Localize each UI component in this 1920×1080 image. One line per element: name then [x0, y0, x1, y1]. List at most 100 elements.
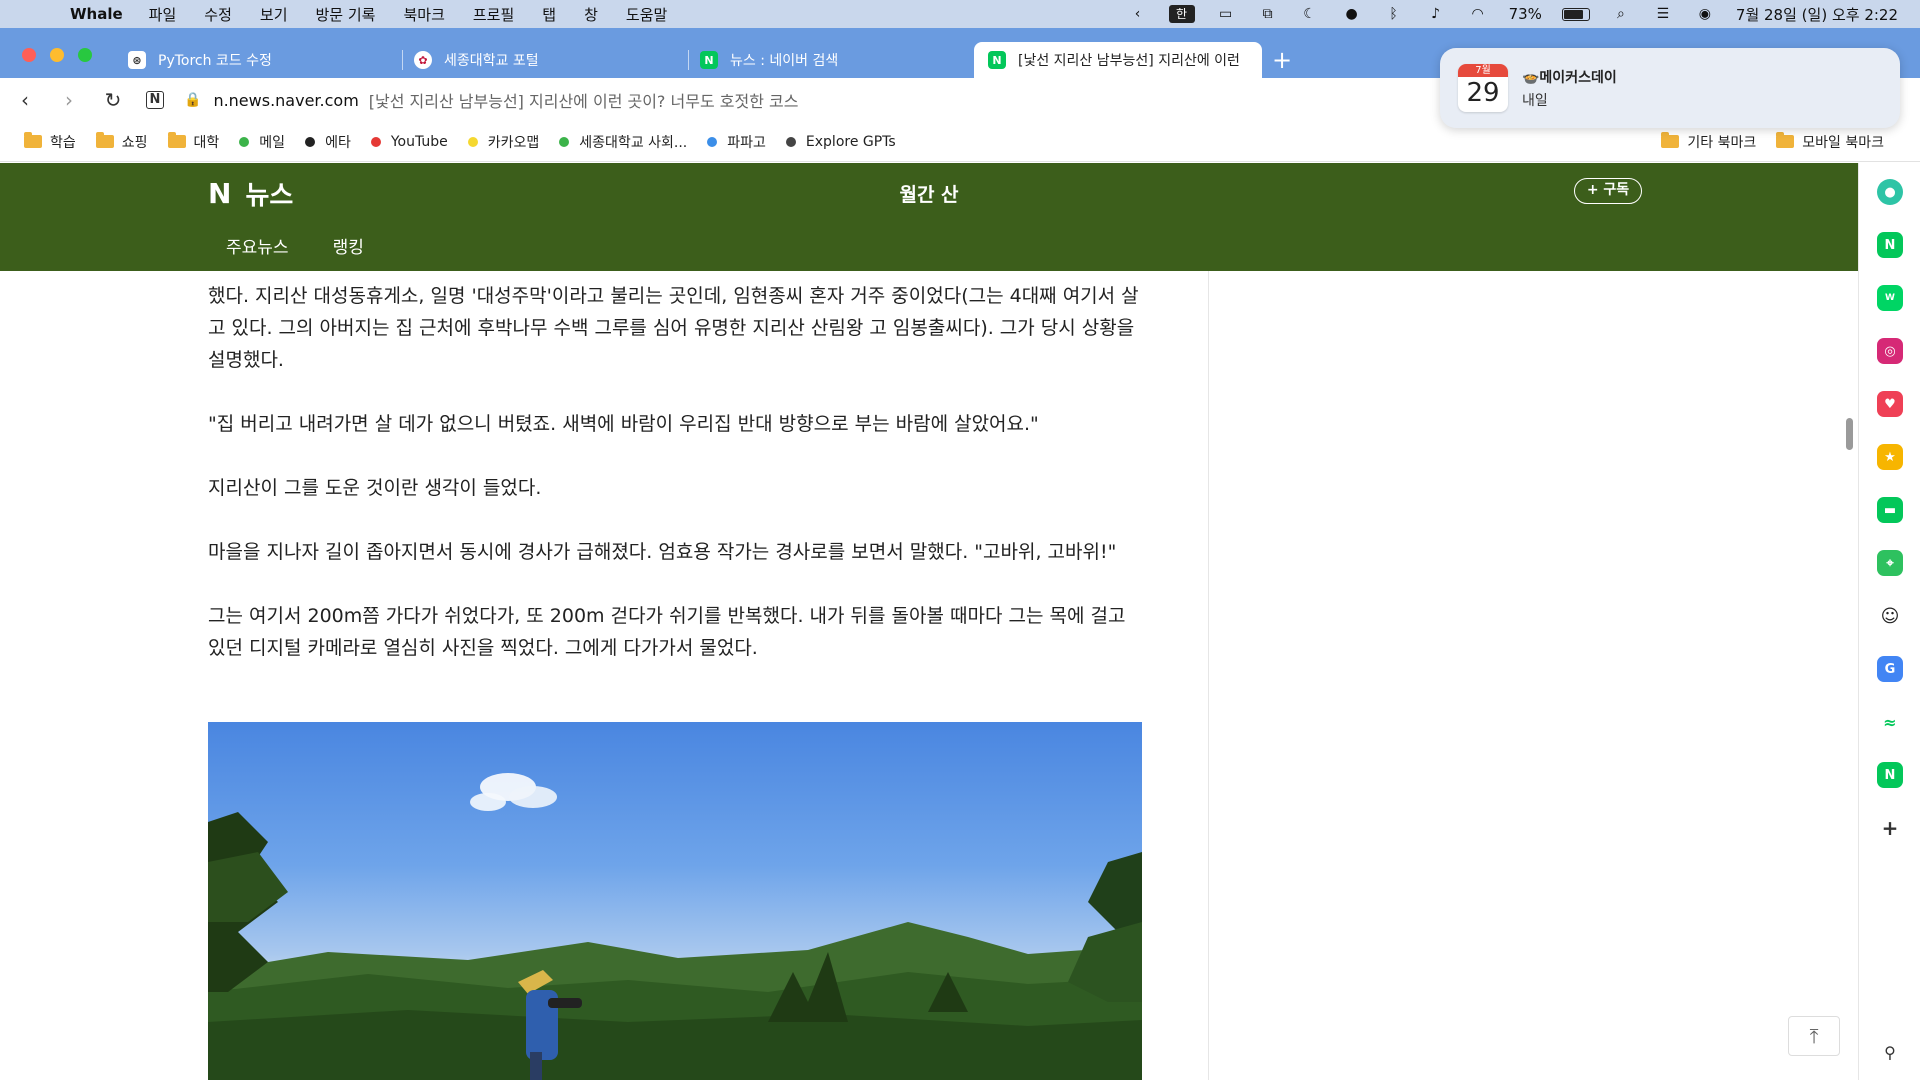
input-source-indicator[interactable]: 한	[1168, 5, 1195, 23]
scroll-to-top-button[interactable]: ⤒	[1788, 1016, 1840, 1056]
whale-space-icon[interactable]: ●	[1877, 179, 1903, 205]
menu-help[interactable]: 도움말	[626, 4, 667, 25]
add-icon[interactable]: +	[1877, 815, 1903, 841]
url-field[interactable]: 🔒 n.news.naver.com [낯선 지리산 남부능선] 지리산에 이런…	[184, 88, 798, 112]
calendar-day: 29	[1466, 78, 1500, 108]
smile-icon[interactable]: ☺	[1877, 603, 1903, 629]
tab-title: PyTorch 코드 수정	[158, 53, 272, 69]
article-body: 했다. 지리산 대성동휴게소, 일명 '대성주막'이라고 불리는 곳인데, 임현…	[208, 280, 1142, 696]
naver-icon: N	[700, 51, 718, 69]
openai-icon	[785, 136, 796, 147]
article-paragraph: 지리산이 그를 도운 것이란 생각이 들었다.	[208, 477, 542, 499]
close-window-button[interactable]	[22, 48, 36, 62]
menu-bookmarks[interactable]: 북마크	[403, 4, 444, 25]
everytime-icon	[305, 136, 316, 147]
bookmark-youtube[interactable]: YouTube	[370, 133, 448, 150]
news-header: N 뉴스 월간 산 + 구독 주요뉴스 랭킹	[0, 163, 1858, 271]
folder-icon	[1661, 132, 1680, 148]
folder-icon	[167, 132, 186, 148]
volume-icon[interactable]: ♪	[1425, 6, 1447, 22]
app-name-menu[interactable]: Whale	[70, 5, 123, 23]
article-photo[interactable]	[208, 722, 1142, 1080]
bluetooth-icon[interactable]: ᛒ	[1383, 6, 1405, 22]
bookmark-folder-mobile[interactable]: 모바일 북마크	[1776, 132, 1884, 152]
lock-icon[interactable]: 🔒	[184, 92, 201, 108]
calendar-notification[interactable]: 7월 29 🍲메이커스데이 내일	[1440, 48, 1900, 128]
menu-file[interactable]: 파일	[149, 4, 177, 25]
naver-icon: N	[988, 51, 1006, 69]
notification-subtitle: 내일	[1522, 92, 1548, 109]
tab-naver-search[interactable]: N 뉴스 : 네이버 검색	[686, 42, 966, 78]
maximize-window-button[interactable]	[78, 48, 92, 62]
menu-profile[interactable]: 프로필	[473, 4, 514, 25]
shopping-icon[interactable]: N	[1877, 762, 1903, 788]
bookmark-label: 에타	[325, 134, 351, 151]
bookmark-kakaomap[interactable]: 카카오맵	[467, 132, 540, 152]
menu-history[interactable]: 방문 기록	[316, 4, 376, 25]
favorites-icon[interactable]: ★	[1877, 444, 1903, 470]
macos-menu-bar: Whale 파일 수정 보기 방문 기록 북마크 프로필 탭 창 도움말 ‹ 한…	[0, 0, 1920, 28]
siri-icon[interactable]: ◉	[1694, 6, 1716, 22]
instagram-icon[interactable]: ◎	[1877, 338, 1903, 364]
webtoon-icon[interactable]: W	[1877, 285, 1903, 311]
url-page-title: [낯선 지리산 남부능선] 지리산에 이런 곳이? 너무도 호젓한 코스	[368, 92, 799, 111]
chevron-left-icon[interactable]: ‹	[1127, 6, 1149, 22]
minimize-window-button[interactable]	[50, 48, 64, 62]
nav-ranking[interactable]: 랭킹	[333, 233, 364, 258]
screen-mirroring-icon[interactable]: ⧉	[1257, 6, 1279, 22]
folder-icon	[1776, 132, 1795, 148]
chatgpt-icon: ⊛	[128, 51, 146, 69]
menu-view[interactable]: 보기	[260, 4, 288, 25]
kakaomap-icon	[467, 136, 478, 147]
naver-icon[interactable]: N	[1877, 232, 1903, 258]
control-center-icon[interactable]: ☰	[1652, 6, 1674, 22]
new-tab-button[interactable]: +	[1272, 46, 1292, 74]
bookmark-papago[interactable]: 파파고	[707, 132, 766, 152]
bookmarks-bar: 학습 쇼핑 대학 메일 에타 YouTube 카카오맵 세종대학교 사회... …	[0, 122, 1920, 162]
bookmark-folder-shopping[interactable]: 쇼핑	[95, 132, 148, 152]
translate-icon[interactable]: G	[1877, 656, 1903, 682]
pocket-icon[interactable]: ♥	[1877, 391, 1903, 417]
bookmark-label: Explore GPTs	[805, 133, 896, 150]
scrollbar-thumb[interactable]	[1846, 418, 1853, 450]
whale-sidebar: ● N W ◎ ♥ ★ ▬ ⌖ ☺ G ≈ N + ⚲	[1858, 163, 1920, 1080]
menubar-clock[interactable]: 7월 28일 (일) 오후 2:22	[1736, 4, 1898, 25]
article-paragraph: 했다. 지리산 대성동휴게소, 일명 '대성주막'이라고 불리는 곳인데, 임현…	[208, 285, 1139, 371]
tab-article-active[interactable]: N [낯선 지리산 남부능선] 지리산에 이런	[974, 42, 1262, 78]
tab-sejong[interactable]: ✿ 세종대학교 포털	[400, 42, 680, 78]
menu-window[interactable]: 창	[584, 4, 598, 25]
mountain-photo-illustration	[208, 773, 1142, 1080]
bookmark-explore-gpts[interactable]: Explore GPTs	[785, 133, 896, 150]
tab-pytorch[interactable]: ⊛ PyTorch 코드 수정	[114, 42, 394, 78]
spotlight-search-icon[interactable]: ⌕	[1610, 6, 1632, 22]
bookmark-everytime[interactable]: 에타	[305, 132, 351, 152]
naver-home-icon[interactable]: N	[146, 91, 164, 109]
menu-tab[interactable]: 탭	[542, 4, 556, 25]
nav-main-news[interactable]: 주요뉴스	[226, 233, 289, 258]
bookmark-sejong-social[interactable]: 세종대학교 사회...	[559, 132, 687, 152]
bookmark-label: YouTube	[390, 133, 448, 150]
pin-icon[interactable]: ⚲	[1877, 1039, 1903, 1065]
bookmark-folder-other[interactable]: 기타 북마크	[1661, 132, 1756, 152]
display-icon[interactable]: ▭	[1215, 6, 1237, 22]
bookmark-folder-study[interactable]: 학습	[24, 132, 76, 152]
chat-icon[interactable]: ●	[1341, 6, 1363, 22]
moon-icon[interactable]: ☾	[1299, 6, 1321, 22]
back-icon[interactable]: ‹	[14, 88, 36, 112]
url-domain: n.news.naver.com	[213, 90, 359, 110]
youtube-icon	[370, 136, 381, 147]
bookmark-label: 쇼핑	[121, 134, 148, 151]
battery-icon[interactable]	[1561, 7, 1590, 21]
bookmark-mail[interactable]: 메일	[239, 132, 285, 152]
papago-icon	[707, 136, 718, 147]
menu-edit[interactable]: 수정	[204, 4, 232, 25]
map-icon[interactable]: ⌖	[1877, 550, 1903, 576]
stock-icon[interactable]: ≈	[1877, 709, 1903, 735]
wifi-icon[interactable]: ◠	[1467, 6, 1489, 22]
reload-icon[interactable]: ↻	[102, 88, 124, 112]
pay-icon[interactable]: ▬	[1877, 497, 1903, 523]
subscribe-button[interactable]: + 구독	[1574, 178, 1642, 204]
bookmark-folder-university[interactable]: 대학	[167, 132, 219, 152]
bookmark-label: 카카오맵	[487, 134, 540, 151]
forward-icon[interactable]: ›	[58, 88, 80, 112]
